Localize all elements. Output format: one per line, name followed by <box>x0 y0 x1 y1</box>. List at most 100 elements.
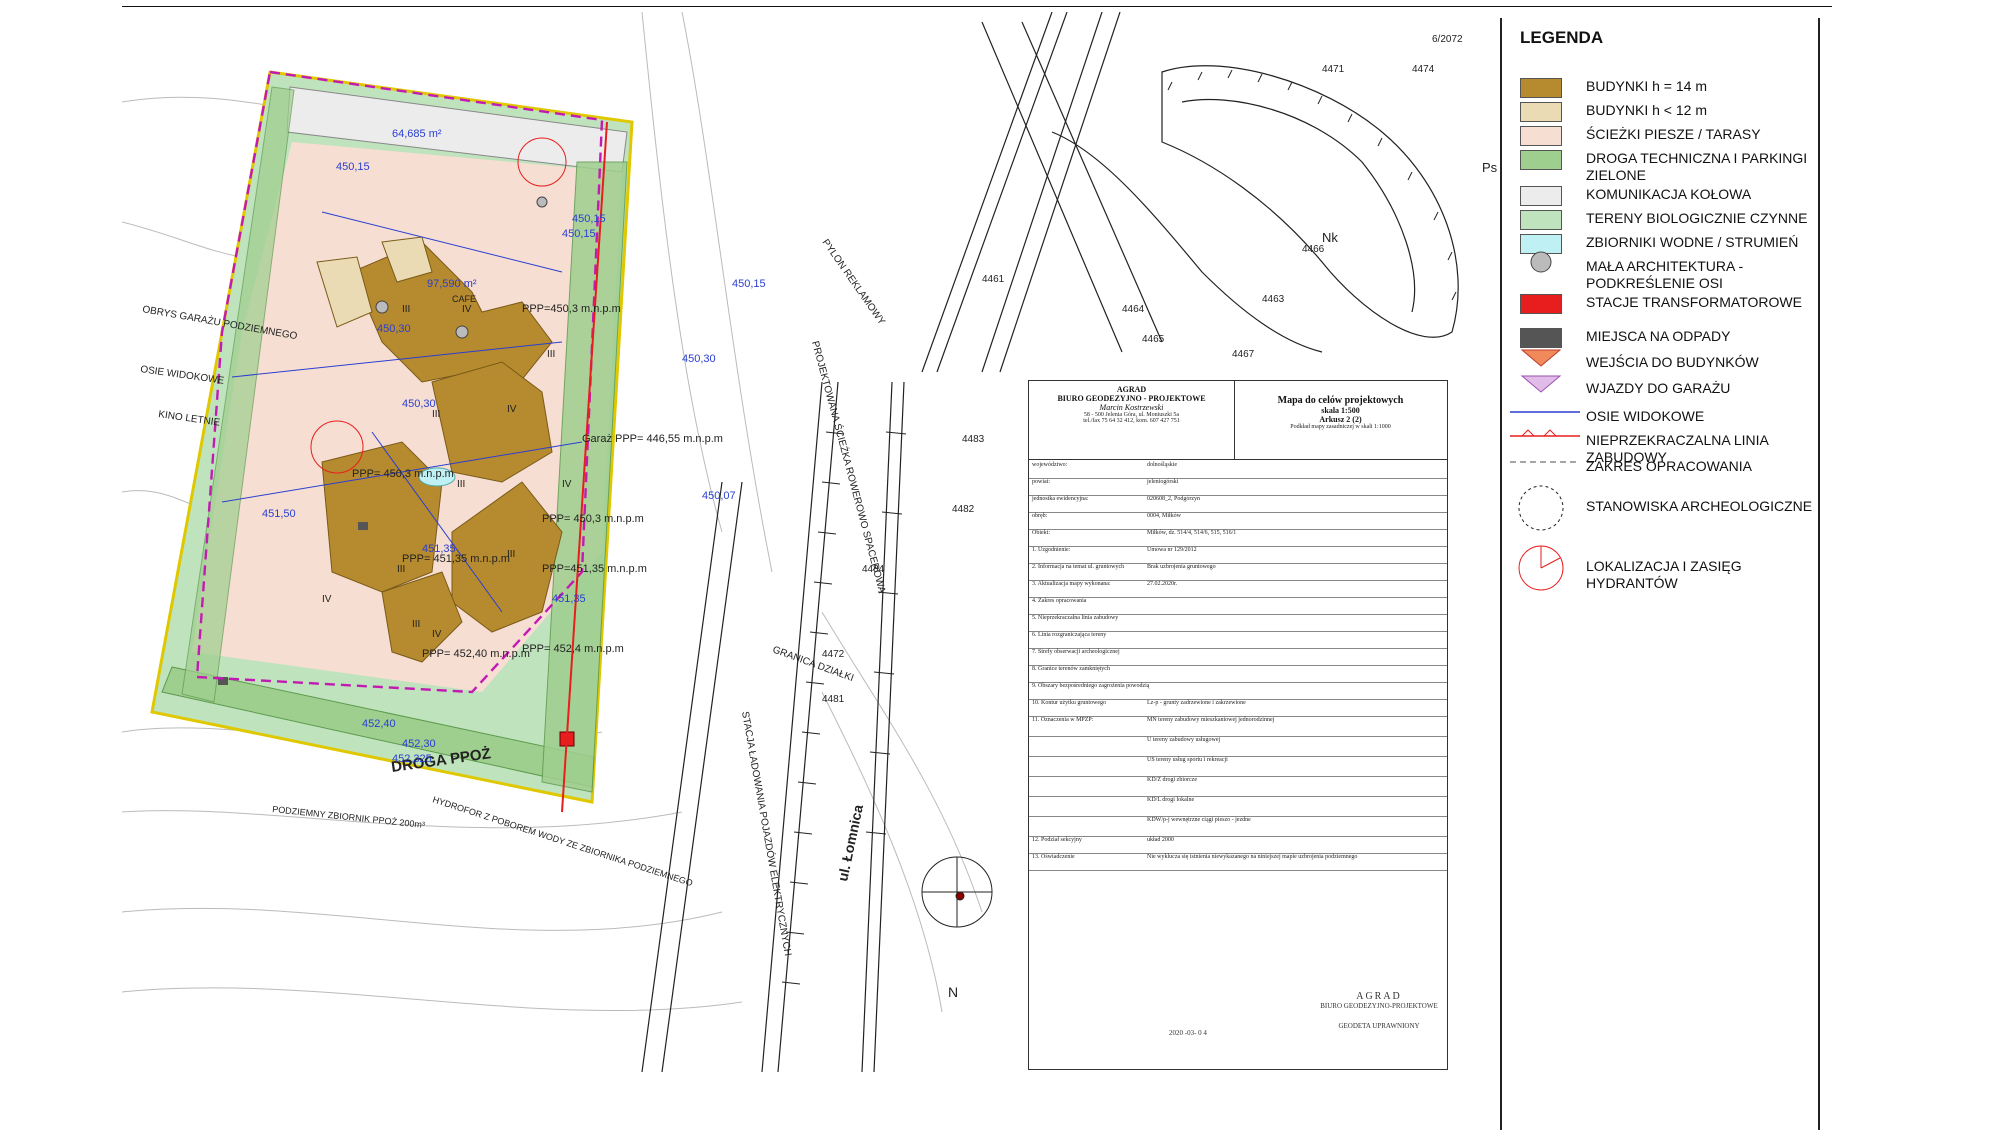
parcel-number: 4483 <box>962 434 985 445</box>
ppp-label: PPP= 452,4 m.n.p.m <box>522 643 624 655</box>
parcel-number: 4464 <box>1122 304 1145 315</box>
small-architecture-2 <box>455 325 469 339</box>
tb-row-label: 4. Zakres opracowania <box>1032 598 1087 604</box>
tb-row-label: 8. Granice terenów zamkniętych <box>1032 666 1110 672</box>
tb-row: 1. Uzgodnienie: Umowa nr 129/2012 <box>1029 546 1447 564</box>
tb-row: 6. Linia rozgraniczająca tereny <box>1029 631 1447 649</box>
tb-row-label: 3. Aktualizacja mapy wykonana: <box>1032 581 1111 587</box>
legend-swatch <box>1520 78 1562 98</box>
tb-row-value: U tereny zabudowy usługowej <box>1147 737 1221 743</box>
tb-row-value: KDW/p-j wewnętrzne ciągi pieszo - jezdne <box>1147 817 1251 823</box>
storey-label: III <box>397 564 405 575</box>
tb-company-name: AGRAD <box>1116 385 1147 394</box>
legend-label: DROGA TECHNICZNA I PARKINGI ZIELONE <box>1586 150 1808 183</box>
tb-row-label: 5. Nieprzekraczalna linia zabudowy <box>1032 615 1119 621</box>
site-circle <box>921 856 993 928</box>
parcel-number: 4484 <box>862 564 885 575</box>
label-sciezka: PROJEKTOWANA ŚCIEŻKA ROWEROWO SPACEROWA <box>809 339 889 594</box>
storey-label: III <box>402 304 410 315</box>
label-ulica: ul. Łomnica <box>834 803 866 883</box>
tb-row-value: dolnośląskie <box>1147 462 1177 468</box>
legend-label: MIEJSCA NA ODPADY <box>1586 328 1731 344</box>
storey-label: III <box>507 549 515 560</box>
tb-row-value: 27.02.2020r. <box>1147 581 1178 587</box>
legend-label: KOMUNIKACJA KOŁOWA <box>1586 186 1752 202</box>
parcel-number: 4467 <box>1232 349 1255 360</box>
tb-row-label: powiat: <box>1032 479 1050 485</box>
tb-sheet: Arkusz 2 (2) <box>1319 415 1362 424</box>
legend-label: ŚCIEŻKI PIESZE / TARASY <box>1586 126 1761 142</box>
tb-row-value: Lz-p - grunty zadrzewione i zakrzewione <box>1147 700 1246 706</box>
legend-label: WEJŚCIA DO BUDYNKÓW <box>1586 354 1759 370</box>
tb-doc-title: Mapa do celów projektowych <box>1277 395 1404 406</box>
title-block: AGRAD BIURO GEODEZYJNO - PROJEKTOWE Marc… <box>1028 380 1448 1070</box>
tb-row-value: Nie wyklucza się istnienia niewykazanego… <box>1147 854 1358 860</box>
label-cafe: CAFE <box>452 294 476 304</box>
tb-row-value: MN tereny zabudowy mieszkaniowej jednoro… <box>1147 717 1275 723</box>
parcel-number: 4461 <box>982 274 1005 285</box>
legend-label: OSIE WIDOKOWE <box>1586 408 1705 424</box>
tb-row-label: województwo: <box>1032 462 1068 468</box>
legend-title: LEGENDA <box>1520 28 1604 47</box>
storey-label: IV <box>562 479 572 490</box>
label-nk: Nk <box>1322 230 1338 245</box>
level-label: 451,35 <box>552 593 586 605</box>
tb-company-sub: BIURO GEODEZYJNO - PROJEKTOWE <box>1057 394 1206 403</box>
tb-row-value: Miłków, dz. 514/4, 514/6, 515, 516/1 <box>1147 530 1237 536</box>
legend-label: LOKALIZACJA I ZASIĘG HYDRANTÓW <box>1586 558 1742 591</box>
tb-owner: Marcin Kostrzewski <box>1099 403 1164 412</box>
tb-row: 4. Zakres opracowania <box>1029 597 1447 615</box>
parcel-number: 4465 <box>1142 334 1165 345</box>
tb-row-label: 12. Podział sekcyjny <box>1032 837 1082 843</box>
parcel-number: 4463 <box>1262 294 1285 305</box>
tb-row: jednostka ewidencyjna: 020608_2, Podgórzy… <box>1029 495 1447 513</box>
north-mark: N <box>948 984 958 1000</box>
stamp-company: AGRAD <box>1356 991 1402 1002</box>
parcel-number: 4481 <box>822 694 845 705</box>
tb-row-label: 7. Strefy obserwacji archeologicznej <box>1032 649 1120 655</box>
tb-row-label: obręb: <box>1032 513 1048 519</box>
legend-swatch <box>1520 186 1562 206</box>
label-pylon: PYLON REKLAMOWY <box>820 237 888 327</box>
tb-row-label: jednostka ewidencyjna: <box>1032 496 1089 502</box>
tb-row-value: KD/L drogi lokalne <box>1147 797 1195 803</box>
storey-label: III <box>457 479 465 490</box>
area-label: 97,590 m² <box>427 278 477 290</box>
level-label: 450,15 <box>732 278 766 290</box>
legend-panel: LEGENDA BUDYNKI h = 14 m BUDYNKI h < 12 m… <box>1500 18 1820 1130</box>
ppp-label: PPP= 452,40 m.n.p.m <box>422 648 530 660</box>
hydrant-icon <box>1518 545 1564 591</box>
level-label: 452,30 <box>402 738 436 750</box>
legend-swatch <box>1520 102 1562 122</box>
parcel-number: 6/2072 <box>1432 34 1463 45</box>
tb-row-value: 0004, Miłków <box>1147 513 1182 519</box>
storey-label: IV <box>432 629 442 640</box>
legend-label: BUDYNKI h < 12 m <box>1586 102 1707 118</box>
ppp-label: Garaż PPP= 446,55 m.n.p.m <box>582 433 723 445</box>
level-label: 450,15 <box>572 213 606 225</box>
tb-row: 13. Oświadczenie Nie wyklucza się istnien… <box>1029 853 1447 871</box>
triangle-orange-icon <box>1520 349 1562 374</box>
small-architecture-1 <box>375 300 389 314</box>
rail-ticks <box>781 431 907 985</box>
tb-row-value: Brak uzbrojenia gruntowego <box>1147 564 1216 570</box>
tb-row-label: Obiekt: <box>1032 530 1050 536</box>
tb-row-label: 9. Obszary bezpośredniego zagrożenia pow… <box>1032 683 1150 689</box>
tb-row: 10. Kontur użytku gruntowego Lz-p - grunt… <box>1029 699 1447 717</box>
surveyor-stamp: AGRAD BIURO GEODEZYJNO-PROJEKTOWE GEODET… <box>1309 991 1449 1061</box>
stamp-sub: BIURO GEODEZYJNO-PROJEKTOWE <box>1320 1002 1438 1010</box>
parcel-number: 4474 <box>1412 64 1435 75</box>
parcel-number: 4472 <box>822 649 845 660</box>
tb-row: KD/Z drogi zbiorcze <box>1029 776 1447 797</box>
tb-row: 3. Aktualizacja mapy wykonana: 27.02.2020… <box>1029 580 1447 598</box>
date-stamp: 2020 -03- 0 4 <box>1169 1029 1207 1037</box>
dashed-circle-icon <box>1518 485 1564 531</box>
line-dashed-icon <box>1510 458 1580 478</box>
level-label: 450,15 <box>336 161 370 173</box>
tb-row-value: 020608_2, Podgórzyn <box>1147 496 1200 502</box>
label-stacja: STACJA ŁADOWANIA POJAZDÓW ELEKTRYCZNYCH <box>739 710 795 957</box>
storey-label: III <box>412 619 420 630</box>
legend-swatch <box>1520 210 1562 230</box>
tb-row: 7. Strefy obserwacji archeologicznej <box>1029 648 1447 666</box>
legend-swatch <box>1520 328 1562 348</box>
